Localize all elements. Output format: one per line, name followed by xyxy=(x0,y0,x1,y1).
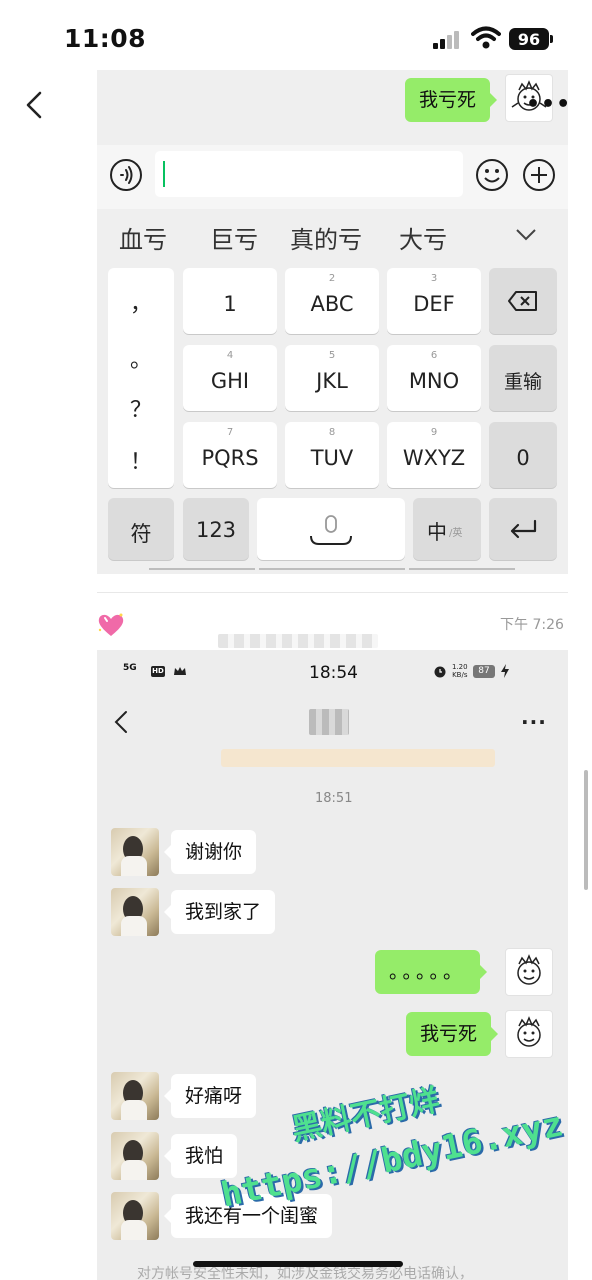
chat-keyboard-panel: 我亏死 血亏 巨亏 真的亏 大亏 ， 。 ？ ！ 1 2 ABC 3 DEF 4… xyxy=(97,70,568,574)
message-bubble-sent[interactable]: 。。。。。 xyxy=(375,950,488,994)
numbers-key[interactable]: 123 xyxy=(183,498,249,560)
avatar[interactable] xyxy=(505,948,553,996)
more-icon[interactable]: ••• xyxy=(526,92,571,117)
ime-candidate-bar: 血亏 巨亏 真的亏 大亏 xyxy=(97,210,568,265)
key-mno[interactable]: 6 MNO xyxy=(387,345,481,411)
backspace-key[interactable] xyxy=(489,268,557,334)
status-bar: 11:08 96 xyxy=(0,0,592,78)
message-bubble-received[interactable]: 好痛呀 xyxy=(163,1074,257,1118)
avatar[interactable] xyxy=(111,1192,159,1240)
message-bubble-sent[interactable]: 我亏死 xyxy=(406,1012,499,1056)
input-bar xyxy=(97,145,568,209)
battery-tip xyxy=(550,35,553,43)
chevron-down-icon[interactable] xyxy=(515,228,537,242)
punct-question[interactable]: ？ xyxy=(108,392,174,424)
avatar[interactable] xyxy=(111,888,159,936)
keyboard-underline xyxy=(259,568,405,570)
candidate-4[interactable]: 大亏 xyxy=(399,220,447,255)
cellular-signal-icon xyxy=(433,31,463,49)
key-pqrs[interactable]: 7 PQRS xyxy=(183,422,277,488)
status-time: 11:08 xyxy=(64,24,147,53)
charging-icon xyxy=(501,664,509,678)
key-def[interactable]: 3 DEF xyxy=(387,268,481,334)
message-bubble-received[interactable]: 我怕 xyxy=(163,1134,238,1178)
avatar[interactable] xyxy=(111,1072,159,1120)
message-bubble-received[interactable]: 我到家了 xyxy=(163,890,276,934)
key-ghi[interactable]: 4 GHI xyxy=(183,345,277,411)
blurred-contact-name xyxy=(309,709,349,735)
key-jkl[interactable]: 5 JKL xyxy=(285,345,379,411)
enter-icon xyxy=(510,519,537,539)
alarm-icon xyxy=(434,666,446,678)
hd-icon: HD xyxy=(151,666,165,677)
key-0[interactable]: 0 xyxy=(489,422,557,488)
punct-exclaim[interactable]: ！ xyxy=(108,444,174,476)
keyboard-underline xyxy=(409,568,515,570)
doodle-avatar-icon xyxy=(517,1016,541,1047)
chat-time-label: 18:51 xyxy=(315,791,353,806)
home-indicator[interactable] xyxy=(193,1261,403,1267)
symbols-key[interactable]: 符 xyxy=(108,498,174,560)
network-speed: 1.20 KB/s xyxy=(452,663,468,679)
post-timestamp: 下午 7:26 xyxy=(500,617,564,633)
punctuation-column[interactable]: ， 。 ？ ！ xyxy=(108,268,174,488)
key-1[interactable]: 1 xyxy=(183,268,277,334)
candidate-3[interactable]: 真的亏 xyxy=(290,220,362,255)
plus-icon[interactable] xyxy=(522,158,556,192)
backspace-icon xyxy=(508,291,537,311)
avatar[interactable] xyxy=(111,1132,159,1180)
blurred-name xyxy=(218,634,378,648)
avatar[interactable] xyxy=(505,1010,553,1058)
inner-status-bar: 5G HD 18:54 1.20 KB/s 87 xyxy=(97,650,568,694)
key-abc[interactable]: 2 ABC xyxy=(285,268,379,334)
text-caret xyxy=(163,161,165,187)
keyboard-underline xyxy=(149,568,255,570)
battery-icon: 96 xyxy=(509,28,549,50)
inner-status-time: 18:54 xyxy=(309,663,358,683)
language-switch-key[interactable]: 中 /英 xyxy=(413,498,481,560)
doodle-avatar-icon xyxy=(517,954,541,985)
candidate-2[interactable]: 巨亏 xyxy=(210,220,258,255)
key-tuv[interactable]: 8 TUV xyxy=(285,422,379,488)
candidate-1[interactable]: 血亏 xyxy=(119,220,167,255)
emoji-icon[interactable] xyxy=(475,158,509,192)
punct-period[interactable]: 。 xyxy=(108,342,174,374)
wifi-icon xyxy=(471,26,501,49)
inner-more-icon[interactable]: ··· xyxy=(521,710,547,734)
heart-icon xyxy=(98,613,124,636)
message-bubble-received[interactable]: 谢谢你 xyxy=(163,830,257,874)
enter-key[interactable] xyxy=(489,498,557,560)
divider xyxy=(97,592,568,593)
avatar[interactable] xyxy=(111,828,159,876)
microphone-icon xyxy=(310,515,352,545)
voice-icon[interactable] xyxy=(109,158,143,192)
message-input[interactable] xyxy=(155,151,463,197)
screen: 11:08 96 我亏死 血亏 巨亏 真的亏 大亏 ， 。 ？ ！ 1 2 AB… xyxy=(0,0,592,1280)
inner-battery: 87 xyxy=(473,665,495,678)
back-icon[interactable] xyxy=(24,90,46,120)
space-key[interactable] xyxy=(257,498,405,560)
message-bubble-sent[interactable]: 我亏死 xyxy=(405,78,498,122)
punct-comma[interactable]: ， xyxy=(108,286,174,318)
inner-back-icon[interactable] xyxy=(114,710,128,734)
network-indicator: 5G xyxy=(123,663,137,673)
blurred-notice xyxy=(221,749,495,767)
key-wxyz[interactable]: 9 WXYZ xyxy=(387,422,481,488)
scrollbar[interactable] xyxy=(584,770,588,890)
retype-key[interactable]: 重输 xyxy=(489,345,557,411)
crown-icon xyxy=(174,667,186,675)
